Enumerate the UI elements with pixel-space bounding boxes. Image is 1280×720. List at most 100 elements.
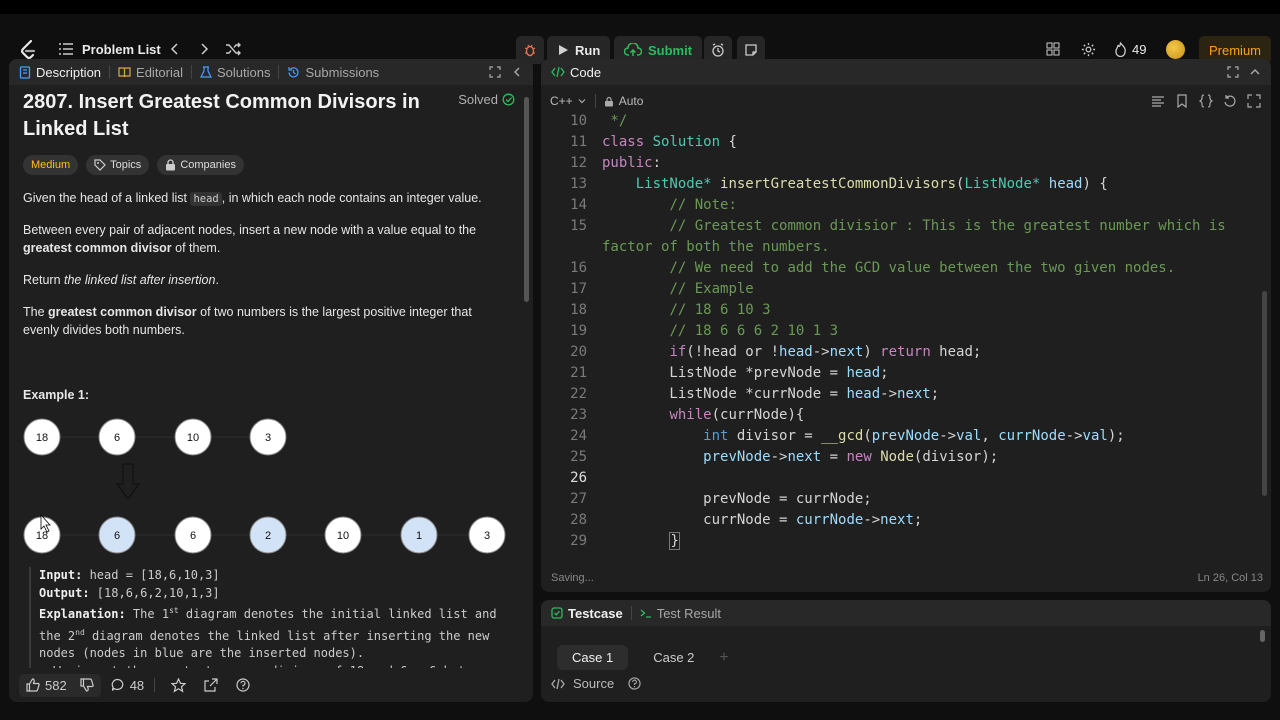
- terminal-icon: [640, 609, 651, 618]
- list-node-value: 6: [114, 530, 120, 542]
- maximize-code-button[interactable]: [1227, 66, 1239, 81]
- note-icon: [745, 44, 757, 56]
- leetcode-logo-icon[interactable]: [18, 39, 38, 61]
- line-number: 26: [570, 470, 587, 486]
- like-button[interactable]: 582: [19, 673, 101, 697]
- code-line: ListNode *prevNode = head;: [602, 365, 889, 381]
- code-line: // We need to add the GCD value between …: [669, 260, 1176, 276]
- tab-submissions[interactable]: Submissions: [279, 65, 387, 80]
- superscript: nd: [75, 627, 85, 637]
- line-number: 20: [570, 344, 587, 360]
- code-line: // 18 6 6 6 2 10 1 3: [669, 323, 839, 339]
- source-toggle[interactable]: Source: [551, 676, 641, 691]
- collapse-code-button[interactable]: [1249, 66, 1261, 81]
- tab-editorial[interactable]: Editorial: [110, 65, 191, 80]
- star-icon[interactable]: [171, 677, 187, 693]
- line-number: 16: [570, 260, 587, 276]
- tab-editorial-label: Editorial: [136, 64, 183, 80]
- book-icon: [118, 67, 131, 78]
- tab-solutions[interactable]: Solutions: [192, 65, 278, 80]
- topics-label: Topics: [110, 159, 142, 171]
- comment-count: 48: [129, 677, 145, 693]
- line-number: 13: [570, 176, 587, 192]
- tab-code[interactable]: Code: [541, 65, 609, 80]
- description-paragraph-3: Return the linked list after insertion.: [23, 271, 493, 289]
- description-paragraph-2: Between every pair of adjacent nodes, in…: [23, 221, 493, 257]
- italic-text: the linked list after insertion: [64, 273, 216, 287]
- braces-icon[interactable]: [1199, 94, 1213, 108]
- premium-label: Premium: [1209, 42, 1262, 58]
- auto-mode-toggle[interactable]: Auto: [604, 94, 643, 108]
- list-node-value: 6: [190, 530, 196, 542]
- maximize-panel-button[interactable]: [489, 66, 501, 81]
- footer-divider: [154, 678, 156, 692]
- description-panel: Description Editorial Solutions Submissi…: [9, 59, 533, 702]
- code-line: ListNode* insertGreatestCommonDivisors(L…: [635, 176, 1108, 192]
- chevron-left-icon: [170, 43, 178, 55]
- add-case-icon[interactable]: +: [719, 649, 728, 667]
- code-line: class Solution {: [602, 134, 737, 150]
- tab-description[interactable]: Description: [9, 65, 109, 80]
- example-output: Output: [18,6,6,2,10,1,3]: [39, 585, 519, 603]
- code-icon: [551, 66, 565, 78]
- streak-count: 49: [1132, 41, 1147, 57]
- example-block: Input: head = [18,6,10,3] Output: [18,6,…: [29, 567, 519, 680]
- bold-text: greatest common divisor: [48, 305, 197, 319]
- gear-icon: [1081, 42, 1096, 56]
- code-editor[interactable]: 10 11 12 13 14 15 16 17 18 19 20 21 22 23 24 25 26 27 28 29…: [541, 113, 1261, 561]
- bookmark-icon[interactable]: [1175, 94, 1189, 108]
- down-arrow-icon: [115, 463, 141, 501]
- code-line: // Greatest common divisior : This is th…: [669, 218, 1226, 234]
- collapse-panel-button[interactable]: [511, 66, 523, 81]
- code-line: factor of both the numbers.: [602, 239, 830, 255]
- submit-label: Submit: [648, 42, 693, 58]
- description-paragraph-4: The greatest common divisor of two numbe…: [23, 303, 493, 339]
- topics-button[interactable]: Topics: [86, 155, 150, 175]
- problem-list-label: Problem List: [82, 41, 161, 57]
- list-node-value: 10: [187, 432, 199, 444]
- flask-icon: [200, 65, 212, 78]
- language-select[interactable]: C++: [541, 94, 587, 108]
- case-2-tab[interactable]: Case 2: [638, 645, 709, 670]
- description-scrollbar[interactable]: [524, 97, 529, 302]
- input-label: Input:: [39, 568, 83, 582]
- editor-actions: [1151, 94, 1261, 108]
- shuffle-icon: [226, 42, 241, 56]
- tab-test-result[interactable]: Test Result: [632, 606, 729, 621]
- format-lines-icon[interactable]: [1151, 94, 1165, 108]
- code-line: while(currNode){: [669, 407, 805, 423]
- line-number: 18: [570, 302, 587, 318]
- difficulty-badge: Medium: [23, 155, 79, 175]
- tab-submissions-label: Submissions: [305, 64, 380, 80]
- tab-testcase[interactable]: Testcase: [541, 606, 631, 621]
- code-line: */: [602, 113, 628, 129]
- thumbs-down-icon[interactable]: [80, 678, 94, 692]
- lock-icon: [166, 159, 176, 171]
- help-circle-icon[interactable]: [236, 678, 250, 692]
- case-1-tab[interactable]: Case 1: [557, 645, 629, 670]
- line-number: 12: [570, 155, 587, 171]
- code-line: prevNode = currNode;: [602, 491, 872, 507]
- line-number: 23: [570, 407, 587, 423]
- description-tabbar: Description Editorial Solutions Submissi…: [9, 59, 533, 85]
- testcase-panel: Testcase Test Result Case 1 Case 2 + Sou…: [541, 600, 1271, 702]
- help-circle-icon[interactable]: [628, 677, 641, 690]
- share-icon[interactable]: [204, 678, 218, 692]
- testcase-scrollbar[interactable]: [1260, 630, 1265, 642]
- line-number: 19: [570, 323, 587, 339]
- cursor-position: Ln 26, Col 13: [1197, 572, 1263, 584]
- chevron-left-icon: [514, 67, 520, 77]
- reset-icon[interactable]: [1223, 94, 1237, 108]
- text: The 1: [125, 607, 170, 621]
- input-value: head = [18,6,10,3]: [82, 568, 220, 582]
- text: Return: [23, 273, 64, 287]
- cloud-upload-icon: [624, 43, 642, 56]
- code-scrollbar[interactable]: [1262, 291, 1267, 496]
- code-line: // Example: [669, 281, 754, 297]
- fullscreen-icon[interactable]: [1247, 94, 1261, 108]
- code-line: // 18 6 10 3: [669, 302, 771, 318]
- comments-button[interactable]: 48: [111, 678, 144, 693]
- companies-button[interactable]: Companies: [157, 155, 244, 175]
- text: , in which each node contains an integer…: [221, 191, 482, 205]
- problem-title: 2807. Insert Greatest Common Divisors in…: [23, 91, 420, 140]
